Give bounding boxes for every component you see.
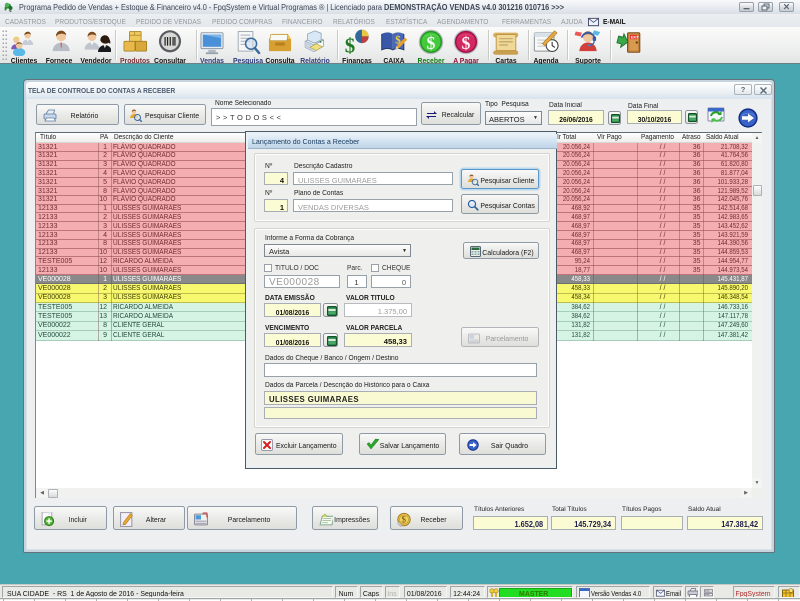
- svg-text:$: $: [427, 33, 436, 53]
- svg-text:$: $: [345, 33, 355, 56]
- svg-text:$: $: [462, 33, 471, 53]
- svg-text:$: $: [402, 514, 407, 524]
- svg-text:EXIT: EXIT: [631, 36, 640, 40]
